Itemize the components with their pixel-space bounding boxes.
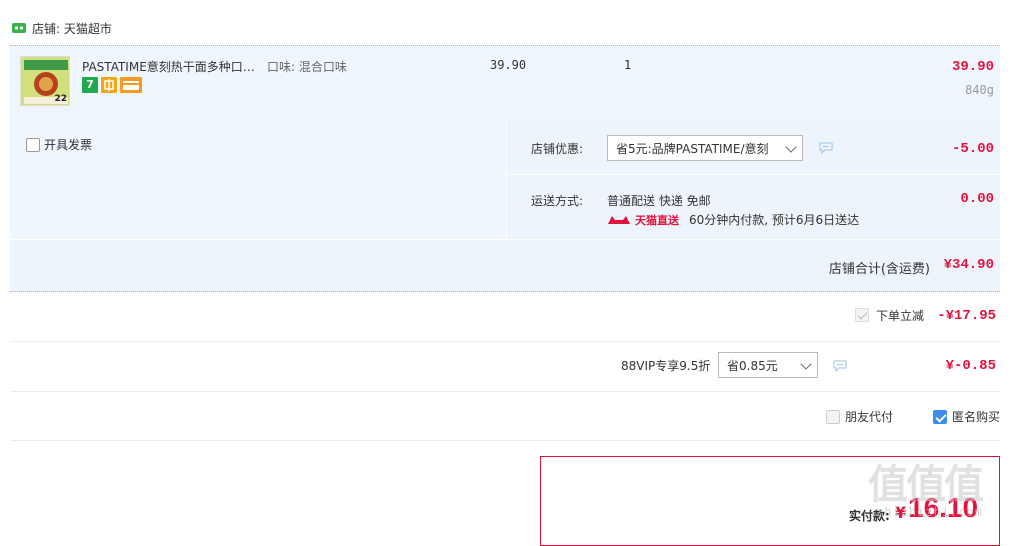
service-section: 开具发票 店铺优惠: 省5元:品牌PASTATIME/意刻 -5.00 运送方式… xyxy=(10,122,1001,239)
friend-pay-checkbox[interactable] xyxy=(826,409,840,424)
anonymous-buy-checkbox[interactable] xyxy=(933,409,947,424)
shop-total-value: ¥34.90 xyxy=(943,257,994,273)
vip-discount-select[interactable]: 省0.85元 xyxy=(718,352,818,378)
anonymous-buy-label: 匿名购买 xyxy=(952,410,1001,424)
comment-icon[interactable] xyxy=(819,142,833,154)
instant-discount-value: -¥17.95 xyxy=(937,308,996,324)
invoice-checkbox[interactable] xyxy=(26,137,40,152)
product-thumbnail[interactable]: 22 xyxy=(20,56,70,106)
shipping-label: 运送方式: xyxy=(531,194,584,208)
shop-discount-label: 店铺优惠: xyxy=(531,142,584,156)
instant-discount-check xyxy=(855,308,869,325)
vip-discount-value: ¥-0.85 xyxy=(945,358,996,374)
friend-pay-label: 朋友代付 xyxy=(845,410,894,424)
shipping-method: 普通配送 快递 免邮 xyxy=(607,194,711,208)
item-total-price: 39.90 xyxy=(951,59,994,75)
shop-discount-selected: 省5元:品牌PASTATIME/意刻 xyxy=(616,141,769,156)
product-title[interactable]: PASTATIME意刻热干面多种口… xyxy=(82,58,262,75)
shop-discount-select[interactable]: 省5元:品牌PASTATIME/意刻 xyxy=(607,135,803,161)
instant-discount-label: 下单立减 xyxy=(876,309,925,323)
vip-discount-selected: 省0.85元 xyxy=(727,358,778,373)
item-weight: 840g xyxy=(965,83,994,97)
product-taste: 口味: 混合口味 xyxy=(267,60,347,74)
vip-discount-label: 88VIP专享9.5折 xyxy=(621,359,711,373)
quantity: 1 xyxy=(624,58,632,72)
service-right-panel: 店铺优惠: 省5元:品牌PASTATIME/意刻 -5.00 运送方式: 普通配… xyxy=(506,122,1001,239)
comment-icon[interactable] xyxy=(833,360,847,372)
divider xyxy=(10,440,1000,441)
guarantee-icon[interactable] xyxy=(101,77,117,93)
divider xyxy=(507,174,1001,175)
tmall-direct-badge: 天猫直送 xyxy=(607,212,679,228)
tmall-direct-text: 天猫直送 xyxy=(635,214,679,227)
watermark-url: zhizhizhi.com xyxy=(876,505,983,519)
invoice-label: 开具发票 xyxy=(44,138,93,152)
thumb-label: 22 xyxy=(54,94,67,104)
shipping-fee: 0.00 xyxy=(960,191,994,207)
instant-discount-checkbox xyxy=(855,308,869,322)
shop-discount-value: -5.00 xyxy=(951,141,994,157)
watermark-logo: 值值值 xyxy=(868,462,984,508)
shop-total-bar: 店铺合计(含运费) ¥34.90 xyxy=(10,240,1000,292)
shop-total-label: 店铺合计(含运费) xyxy=(828,262,930,277)
tmall-shop-icon xyxy=(12,23,26,33)
order-item-row: 22 PASTATIME意刻热干面多种口… 口味: 混合口味 7 39.90 1… xyxy=(10,45,1000,122)
shop-header: 店铺: 天猫超市 xyxy=(12,18,112,38)
tmall-cat-icon xyxy=(608,216,630,224)
divider xyxy=(10,341,1000,342)
chevron-down-icon xyxy=(785,141,797,153)
credit-card-icon[interactable] xyxy=(120,77,142,93)
invoice-option[interactable]: 开具发票 xyxy=(26,136,92,153)
unit-price: 39.90 xyxy=(490,58,527,72)
chevron-down-icon xyxy=(800,358,812,370)
friend-pay-option[interactable]: 朋友代付 xyxy=(826,408,893,425)
delivery-note: 60分钟内付款, 预计6月6日送达 xyxy=(689,213,860,227)
divider xyxy=(10,391,1000,392)
anonymous-buy-option[interactable]: 匿名购买 xyxy=(933,408,1000,425)
shop-name[interactable]: 店铺: 天猫超市 xyxy=(32,20,112,37)
service-badges: 7 xyxy=(82,77,142,93)
seven-day-return-icon[interactable]: 7 xyxy=(82,77,98,93)
